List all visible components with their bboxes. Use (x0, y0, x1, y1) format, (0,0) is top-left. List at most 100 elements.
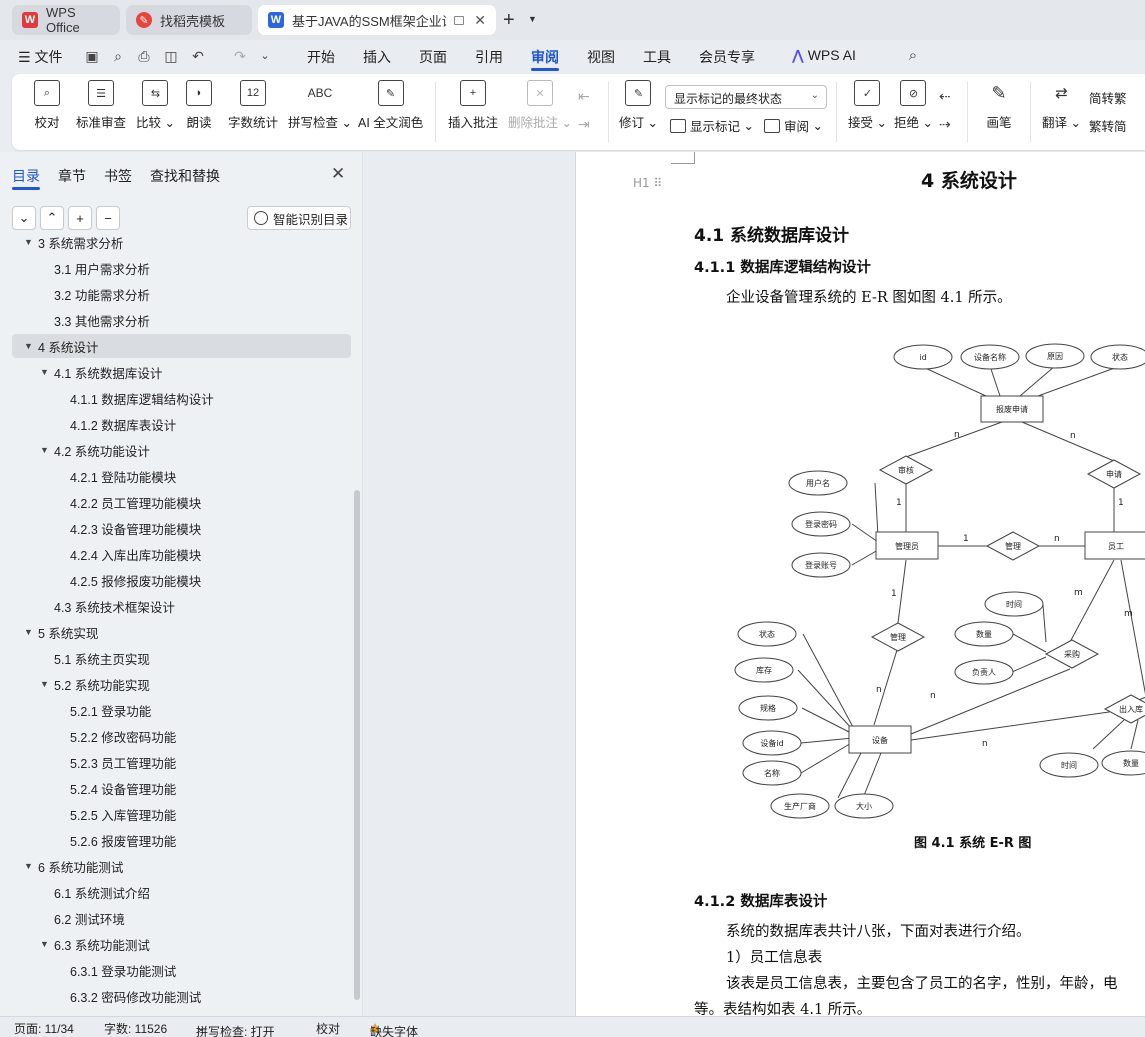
spell-check-button[interactable]: ABC 拼写检查 ⌄ (288, 80, 352, 131)
spell-check-status[interactable]: 拼写检查: 打开 ⌄ (196, 1020, 275, 1037)
toc-item[interactable]: ▼ 4.1 系统数据库设计 (0, 360, 350, 384)
toc-item[interactable]: 3.1 用户需求分析 (0, 256, 350, 280)
delete-comment-button[interactable]: ✕ 删除批注 ⌄ (508, 80, 572, 131)
read-aloud-button[interactable]: ◗ 朗读 (186, 80, 212, 131)
review-pane-button[interactable]: 审阅 ⌄ (764, 116, 823, 135)
undo-icon[interactable]: ↶ (190, 48, 206, 64)
tab-wps-office[interactable]: W WPS Office (12, 5, 120, 35)
toc-item[interactable]: 6.2 测试环境 (0, 906, 350, 930)
toc-item[interactable]: 4.1.2 数据库表设计 (0, 412, 350, 436)
toc-item[interactable]: ▼ 3 系统需求分析 (0, 230, 350, 254)
previous-comment-icon[interactable]: ⇤ (578, 88, 590, 105)
document-page[interactable]: H1 ⠿ 4 系统设计 4.1 系统数据库设计 4.1.1 数据库逻辑结构设计 … (575, 152, 1145, 1016)
menu-page[interactable]: 页面 (419, 47, 447, 67)
toc-item[interactable]: 3.3 其他需求分析 (0, 308, 350, 332)
print-preview-icon[interactable]: ◫ (163, 48, 179, 64)
toc-item[interactable]: 5.2.5 入库管理功能 (0, 802, 350, 826)
menu-view[interactable]: 视图 (587, 47, 615, 67)
toc-item[interactable]: 5.2.1 登录功能 (0, 698, 350, 722)
to-simplified-button[interactable]: 繁转简 (1089, 116, 1131, 135)
menu-tools[interactable]: 工具 (643, 47, 671, 67)
markup-mode-select[interactable]: 显示标记的最终状态 ⌄ (665, 85, 827, 109)
expand-caret-icon[interactable]: ▼ (24, 627, 33, 637)
accept-button[interactable]: ✓ 接受 ⌄ (848, 80, 887, 131)
panel-tab-chapters[interactable]: 章节 (58, 166, 86, 186)
toc-item[interactable]: 6.3.2 密码修改功能测试 (0, 984, 350, 1008)
expand-caret-icon[interactable]: ▼ (24, 341, 33, 351)
next-comment-icon[interactable]: ⇥ (578, 116, 590, 133)
toc-item[interactable]: 4.3 系统技术框架设计 (0, 594, 350, 618)
redo-icon[interactable]: ↷ (232, 48, 248, 64)
to-traditional-button[interactable]: 简转繁 (1089, 88, 1131, 107)
toc-item[interactable]: 5.2.2 修改密码功能 (0, 724, 350, 748)
menu-reference[interactable]: 引用 (475, 47, 503, 67)
close-panel-icon[interactable]: ✕ (331, 164, 345, 184)
word-count-indicator[interactable]: 字数: 11526 (104, 1020, 167, 1037)
word-count-button[interactable]: 12 字数统计 (228, 80, 278, 131)
toc-item[interactable]: 4.2.5 报修报废功能模块 (0, 568, 350, 592)
toc-item[interactable]: 6.1 系统测试介绍 (0, 880, 350, 904)
toc-item[interactable]: ▼ 5 系统实现 (0, 620, 350, 644)
toc-scrollbar[interactable] (354, 490, 360, 1000)
toc-item[interactable]: ▼ 4.2 系统功能设计 (0, 438, 350, 462)
toc-item[interactable]: ▼ 4 系统设计 (12, 334, 351, 358)
expand-down-button[interactable]: ⌄ (12, 206, 36, 230)
toc-item[interactable]: 4.2.3 设备管理功能模块 (0, 516, 350, 540)
expand-caret-icon[interactable]: ▼ (40, 939, 49, 949)
expand-caret-icon[interactable]: ▼ (24, 237, 33, 247)
page-indicator[interactable]: 页面: 11/34 (14, 1020, 74, 1037)
next-change-icon[interactable]: ⇢ (939, 116, 951, 133)
add-heading-button[interactable]: + (68, 206, 92, 230)
smart-toc-button[interactable]: 智能识别目录 (247, 206, 351, 230)
toc-item[interactable]: 3.2 功能需求分析 (0, 282, 350, 306)
toc-item[interactable]: ▼ 6 系统功能测试 (0, 854, 350, 878)
chevron-down-icon[interactable]: ▼ (528, 14, 537, 24)
expand-caret-icon[interactable]: ▼ (40, 679, 49, 689)
insert-comment-button[interactable]: + 插入批注 (448, 80, 498, 131)
heading-marker[interactable]: H1 ⠿ (633, 176, 662, 190)
toc-item[interactable]: ▼ 5.2 系统功能实现 (0, 672, 350, 696)
new-tab-icon[interactable]: + (503, 9, 515, 32)
tab-document[interactable]: W 基于JAVA的SSM框架企业设备 ✕ (258, 5, 496, 35)
toc-item[interactable]: 5.1 系统主页实现 (0, 646, 350, 670)
pen-button[interactable]: ✎ 画笔 (986, 80, 1012, 131)
wps-ai-button[interactable]: ⋀ WPS AI (792, 47, 856, 64)
toc-item[interactable]: 4.2.2 员工管理功能模块 (0, 490, 350, 514)
search-icon[interactable]: ⌕ (905, 48, 921, 64)
menu-insert[interactable]: 插入 (363, 47, 391, 67)
save-icon[interactable]: ▣ (84, 48, 100, 64)
menu-review[interactable]: 审阅 (531, 47, 559, 67)
show-markup-button[interactable]: 显示标记 ⌄ (670, 116, 754, 135)
file-menu[interactable]: ☰ 文件 (18, 47, 62, 67)
previous-change-icon[interactable]: ⇠ (939, 88, 951, 105)
menu-start[interactable]: 开始 (307, 47, 335, 67)
toc-item[interactable]: 4.1.1 数据库逻辑结构设计 (0, 386, 350, 410)
toc-item[interactable]: 5.2.6 报废管理功能 (0, 828, 350, 852)
toc-item[interactable]: 6.3.1 登录功能测试 (0, 958, 350, 982)
format-painter-icon[interactable]: ⌕ (110, 48, 126, 64)
panel-tab-toc[interactable]: 目录 (12, 166, 40, 186)
proof-status[interactable]: 校对 (316, 1020, 340, 1037)
more-chevron-icon[interactable]: ⌄ (257, 48, 273, 64)
reject-button[interactable]: ⊘ 拒绝 ⌄ (894, 80, 933, 131)
proofread-button[interactable]: ⌕ 校对 (34, 80, 60, 131)
track-changes-button[interactable]: ✎ 修订 ⌄ (619, 80, 658, 131)
toc-item[interactable]: ▼ 6.3 系统功能测试 (0, 932, 350, 956)
compare-button[interactable]: ⇆ 比较 ⌄ (136, 80, 175, 131)
toc-item[interactable]: 4.2.4 入库出库功能模块 (0, 542, 350, 566)
panel-tab-bookmarks[interactable]: 书签 (104, 166, 132, 186)
standard-review-button[interactable]: ☰ 标准审查 (76, 80, 126, 131)
print-icon[interactable]: ⎙ (136, 48, 152, 64)
collapse-up-button[interactable]: ⌃ (40, 206, 64, 230)
toc-item[interactable]: 4.2.1 登陆功能模块 (0, 464, 350, 488)
expand-caret-icon[interactable]: ▼ (24, 861, 33, 871)
ai-polish-button[interactable]: ✎ AI 全文润色 (358, 80, 423, 131)
toc-item[interactable]: 5.2.3 员工管理功能 (0, 750, 350, 774)
expand-caret-icon[interactable]: ▼ (40, 445, 49, 455)
toc-item[interactable]: 5.2.4 设备管理功能 (0, 776, 350, 800)
close-tab-icon[interactable]: ✕ (474, 12, 486, 29)
panel-tab-find-replace[interactable]: 查找和替换 (150, 166, 220, 186)
remove-heading-button[interactable]: − (96, 206, 120, 230)
expand-caret-icon[interactable]: ▼ (40, 367, 49, 377)
tab-docer-templates[interactable]: ✎ 找稻壳模板 (126, 5, 252, 35)
